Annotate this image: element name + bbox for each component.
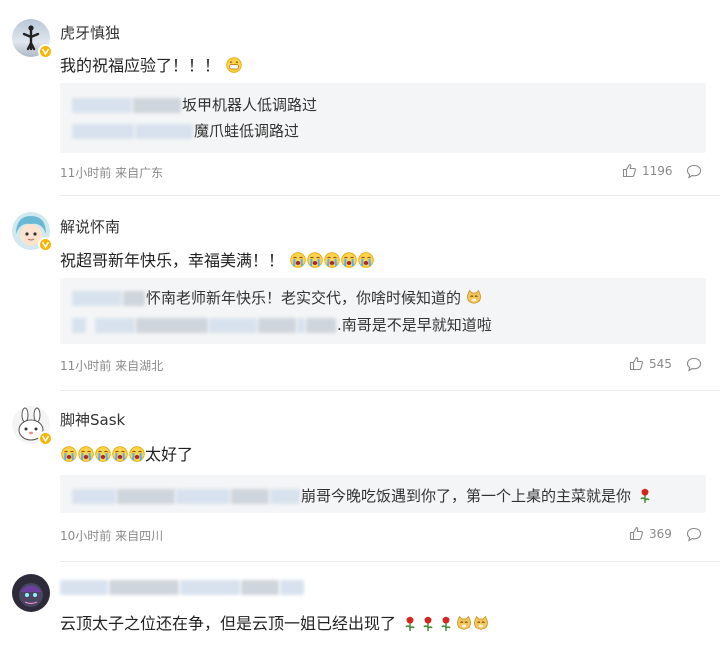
crying-emoji xyxy=(289,252,306,268)
reply-line: .南哥是不是早就知道啦 xyxy=(72,314,492,335)
crying-emoji xyxy=(306,252,323,268)
reply-line: 怀南老师新年快乐！老实交代，你啥时候知道的 xyxy=(72,287,483,308)
comment-text: 云顶太子之位还在争，但是云顶一姐已经出现了 xyxy=(60,610,489,634)
crying-emoji xyxy=(128,446,145,462)
comment-text: 太好了 xyxy=(60,441,193,465)
verified-badge-icon xyxy=(38,431,53,446)
rose-emoji xyxy=(423,616,433,631)
comment-item: 解说怀南 祝超哥新年快乐，幸福美满！！ 怀南老师新年快乐！老实交代，你啥时候知道… xyxy=(0,196,720,391)
avatar[interactable] xyxy=(12,19,53,59)
like-button[interactable]: 1196 xyxy=(622,163,673,178)
comment-item: 脚神Sask 太好了 崩哥今晚吃饭遇到你了，第一个上桌的主菜就是你 10小时前 … xyxy=(0,391,720,558)
rose-emoji xyxy=(441,616,451,631)
crying-emoji xyxy=(60,446,77,462)
comment-item: 虎牙慎独 我的祝福应验了！！！ 坂甲机器人低调路过 魔爪蛙低调路过 11小时前 … xyxy=(0,0,720,195)
thumbs-up-icon xyxy=(629,356,643,371)
comment-text: 我的祝福应验了！！！ xyxy=(60,52,242,76)
reply-line: 坂甲机器人低调路过 xyxy=(72,94,317,115)
like-button[interactable]: 369 xyxy=(629,526,672,541)
reply-text: 魔爪蛙低调路过 xyxy=(194,122,300,140)
doge-emoji xyxy=(456,615,471,630)
crying-emoji xyxy=(357,252,374,268)
username[interactable] xyxy=(60,578,305,596)
thumbs-up-icon xyxy=(622,163,636,178)
crying-emoji-group xyxy=(289,251,374,270)
reply-preview[interactable]: 坂甲机器人低调路过 魔爪蛙低调路过 xyxy=(60,83,706,153)
verified-badge-icon xyxy=(38,44,53,59)
username[interactable]: 脚神Sask xyxy=(60,409,125,430)
crying-emoji-group xyxy=(60,445,145,464)
crying-emoji xyxy=(77,446,94,462)
reply-preview[interactable]: 崩哥今晚吃饭遇到你了，第一个上桌的主菜就是你 xyxy=(60,475,706,513)
rose-emoji xyxy=(640,488,650,503)
reply-text: 怀南老师新年快乐！老实交代，你啥时候知道的 xyxy=(146,289,462,307)
avatar[interactable] xyxy=(12,212,53,252)
comment-meta: 10小时前 来自四川 xyxy=(60,529,164,543)
reply-preview[interactable]: 怀南老师新年快乐！老实交代，你啥时候知道的 .南哥是不是早就知道啦 xyxy=(60,278,706,344)
like-count: 545 xyxy=(649,356,672,371)
comment-text-body: 我的祝福应验了！！！ xyxy=(60,56,221,75)
avatar[interactable] xyxy=(12,574,50,612)
crying-emoji xyxy=(94,446,111,462)
username[interactable]: 虎牙慎独 xyxy=(60,22,120,43)
comment-text-body: 云顶太子之位还在争，但是云顶一姐已经出现了 xyxy=(60,614,397,633)
reply-text: .南哥是不是早就知道啦 xyxy=(337,316,492,334)
username[interactable]: 解说怀南 xyxy=(60,216,120,237)
comment-text: 祝超哥新年快乐，幸福美满！！ xyxy=(60,247,374,271)
reply-text: 崩哥今晚吃饭遇到你了，第一个上桌的主菜就是你 xyxy=(301,487,632,505)
avatar[interactable] xyxy=(12,406,53,446)
comment-bubble-icon[interactable] xyxy=(686,164,702,179)
comment-bubble-icon[interactable] xyxy=(686,527,702,542)
grin-emoji xyxy=(225,57,242,73)
comment-meta: 11小时前 来自湖北 xyxy=(60,359,164,373)
comment-meta: 11小时前 来自广东 xyxy=(60,166,164,180)
reply-text: 坂甲机器人低调路过 xyxy=(182,96,318,114)
doge-emoji xyxy=(473,615,488,630)
like-count: 1196 xyxy=(642,163,673,178)
crying-emoji xyxy=(340,252,357,268)
like-button[interactable]: 545 xyxy=(629,356,672,371)
comment-bubble-icon[interactable] xyxy=(686,357,702,372)
doge-emoji xyxy=(467,289,482,304)
reply-line: 崩哥今晚吃饭遇到你了，第一个上桌的主菜就是你 xyxy=(72,485,654,506)
like-count: 369 xyxy=(649,526,672,541)
thumbs-up-icon xyxy=(629,526,643,541)
comment-item: 云顶太子之位还在争，但是云顶一姐已经出现了 xyxy=(0,562,720,645)
crying-emoji xyxy=(111,446,128,462)
comment-text-body: 祝超哥新年快乐，幸福美满！！ xyxy=(60,251,285,270)
verified-badge-icon xyxy=(38,237,53,252)
reply-line: 魔爪蛙低调路过 xyxy=(72,120,299,141)
comment-text-body: 太好了 xyxy=(145,445,194,464)
rose-emoji xyxy=(405,616,415,631)
crying-emoji xyxy=(323,252,340,268)
